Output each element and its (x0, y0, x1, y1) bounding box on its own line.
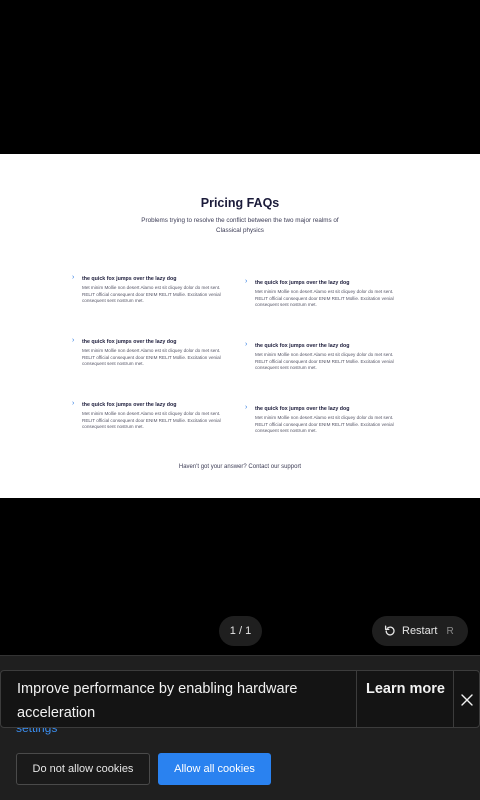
faq-item: › the quick fox jumps over the lazy dog … (245, 278, 405, 309)
faq-item: › the quick fox jumps over the lazy dog … (245, 404, 405, 435)
learn-more-button[interactable]: Learn more (358, 677, 453, 701)
chevron-right-icon: › (72, 274, 75, 281)
chevron-right-icon: › (72, 400, 75, 407)
hardware-acceleration-toast: Improve performance by enabling hardware… (0, 670, 480, 728)
slide-subtitle: Problems trying to resolve the conflict … (141, 217, 339, 234)
faq-question: the quick fox jumps over the lazy dog (82, 402, 177, 408)
faq-answer: Met minim Mollie non desert Alamo est si… (255, 352, 394, 370)
restart-icon (384, 625, 395, 636)
close-icon (461, 694, 473, 706)
faq-item: › the quick fox jumps over the lazy dog … (72, 337, 232, 368)
restart-shortcut-key: R (446, 625, 454, 637)
faq-item: › the quick fox jumps over the lazy dog … (72, 400, 232, 431)
faq-item: › the quick fox jumps over the lazy dog … (72, 274, 232, 305)
faq-answer: Met minim Mollie non desert Alamo est si… (255, 289, 394, 307)
faq-question: the quick fox jumps over the lazy dog (255, 280, 350, 286)
close-toast-button[interactable] (455, 690, 479, 710)
toast-divider (453, 671, 454, 727)
slide-footer: Haven't got your answer? Contact our sup… (178, 464, 302, 470)
restart-label: Restart (402, 625, 438, 637)
chevron-right-icon: › (245, 341, 248, 348)
faq-question: the quick fox jumps over the lazy dog (255, 343, 350, 349)
faq-answer: Met minim Mollie non desert Alamo est si… (82, 348, 221, 366)
faq-answer: Met minim Mollie non desert Alamo est si… (82, 411, 221, 429)
deny-cookies-button[interactable]: Do not allow cookies (16, 753, 150, 785)
faq-question: the quick fox jumps over the lazy dog (82, 276, 177, 282)
chevron-right-icon: › (245, 404, 248, 411)
faq-question: the quick fox jumps over the lazy dog (255, 406, 350, 412)
toast-message: Improve performance by enabling hardware… (17, 681, 298, 721)
slide-preview: Pricing FAQs Problems trying to resolve … (0, 154, 480, 498)
page-counter: 1 / 1 (219, 616, 262, 646)
chevron-right-icon: › (245, 278, 248, 285)
faq-question: the quick fox jumps over the lazy dog (82, 339, 177, 345)
faq-item: › the quick fox jumps over the lazy dog … (245, 341, 405, 372)
presentation-viewer: Pricing FAQs Problems trying to resolve … (0, 0, 480, 800)
chevron-right-icon: › (72, 337, 75, 344)
toast-divider (356, 671, 357, 727)
faq-answer: Met minim Mollie non desert Alamo est si… (255, 415, 394, 433)
allow-cookies-button[interactable]: Allow all cookies (158, 753, 271, 785)
slide-title: Pricing FAQs (200, 196, 280, 210)
restart-button[interactable]: Restart R (372, 616, 468, 646)
faq-answer: Met minim Mollie non desert Alamo est si… (82, 285, 221, 303)
